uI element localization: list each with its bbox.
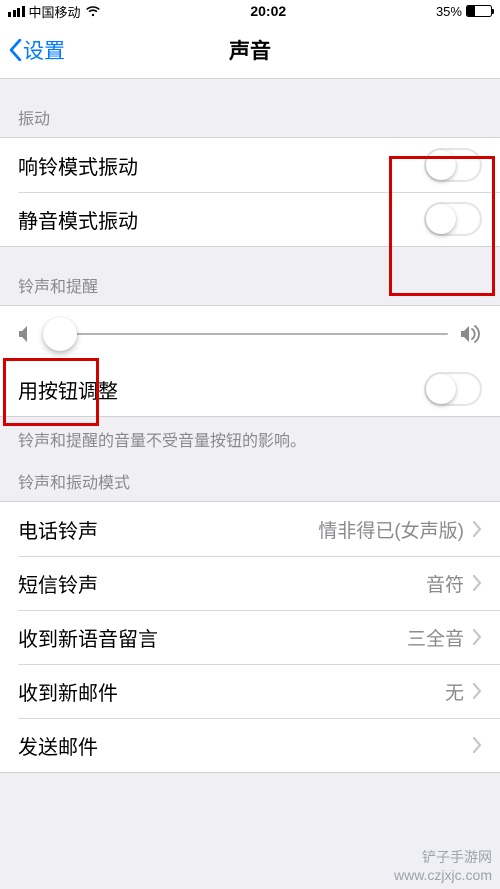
cell-label: 收到新邮件: [18, 677, 445, 706]
section-header-patterns: 铃声和振动模式: [0, 451, 500, 501]
cell-group-patterns: 电话铃声 情非得已(女声版) 短信铃声 音符 收到新语音留言 三全音 收到新邮件…: [0, 501, 500, 773]
cell-label: 短信铃声: [18, 569, 426, 598]
chevron-right-icon: [472, 737, 482, 753]
status-right: 35%: [436, 4, 492, 19]
cell-ringtone[interactable]: 电话铃声 情非得已(女声版): [0, 502, 500, 556]
battery-percent: 35%: [436, 4, 462, 19]
toggle-button-adjust[interactable]: [424, 372, 482, 406]
toggle-silent-vibrate[interactable]: [424, 202, 482, 236]
cellular-signal-icon: [8, 6, 25, 17]
slider-thumb[interactable]: [43, 317, 77, 351]
cell-volume-slider: [0, 306, 500, 362]
wifi-icon: [85, 5, 101, 17]
status-bar: 中国移动 20:02 35%: [0, 0, 500, 22]
volume-slider[interactable]: [44, 333, 448, 335]
cell-value: 音符: [426, 570, 464, 597]
back-label: 设置: [23, 35, 65, 65]
chevron-right-icon: [472, 521, 482, 537]
status-time: 20:02: [250, 3, 286, 19]
chevron-right-icon: [472, 629, 482, 645]
battery-icon: [466, 5, 492, 17]
chevron-right-icon: [472, 683, 482, 699]
cell-label: 电话铃声: [18, 515, 318, 544]
cell-sentmail[interactable]: 发送邮件: [0, 718, 500, 772]
cell-label: 响铃模式振动: [18, 151, 424, 180]
cell-value: 情非得已(女声版): [318, 516, 464, 543]
back-button[interactable]: 设置: [0, 35, 65, 65]
cell-label: 用按钮调整: [18, 375, 424, 404]
cell-value: 无: [445, 678, 464, 705]
cell-texttone[interactable]: 短信铃声 音符: [0, 556, 500, 610]
watermark: 铲子手游网 www.czjxjc.com: [394, 847, 492, 883]
cell-button-adjust: 用按钮调整: [0, 362, 500, 416]
carrier-label: 中国移动: [29, 2, 81, 21]
cell-value: 三全音: [407, 624, 464, 651]
cell-newmail[interactable]: 收到新邮件 无: [0, 664, 500, 718]
cell-group-vibration: 响铃模式振动 静音模式振动: [0, 137, 500, 247]
volume-max-icon: [460, 325, 482, 343]
cell-group-ringer: 用按钮调整: [0, 305, 500, 417]
cell-ringer-vibrate: 响铃模式振动: [0, 138, 500, 192]
section-header-vibration: 振动: [0, 79, 500, 137]
cell-silent-vibrate: 静音模式振动: [0, 192, 500, 246]
chevron-right-icon: [472, 575, 482, 591]
toggle-ringer-vibrate[interactable]: [424, 148, 482, 182]
footer-note: 铃声和提醒的音量不受音量按钮的影响。: [0, 417, 500, 451]
cell-label: 发送邮件: [18, 731, 464, 760]
nav-header: 设置 声音: [0, 22, 500, 79]
section-header-ringer: 铃声和提醒: [0, 247, 500, 305]
volume-min-icon: [18, 325, 32, 343]
status-left: 中国移动: [8, 2, 101, 21]
cell-voicemail[interactable]: 收到新语音留言 三全音: [0, 610, 500, 664]
cell-label: 收到新语音留言: [18, 623, 407, 652]
page-title: 声音: [229, 35, 271, 65]
cell-label: 静音模式振动: [18, 205, 424, 234]
